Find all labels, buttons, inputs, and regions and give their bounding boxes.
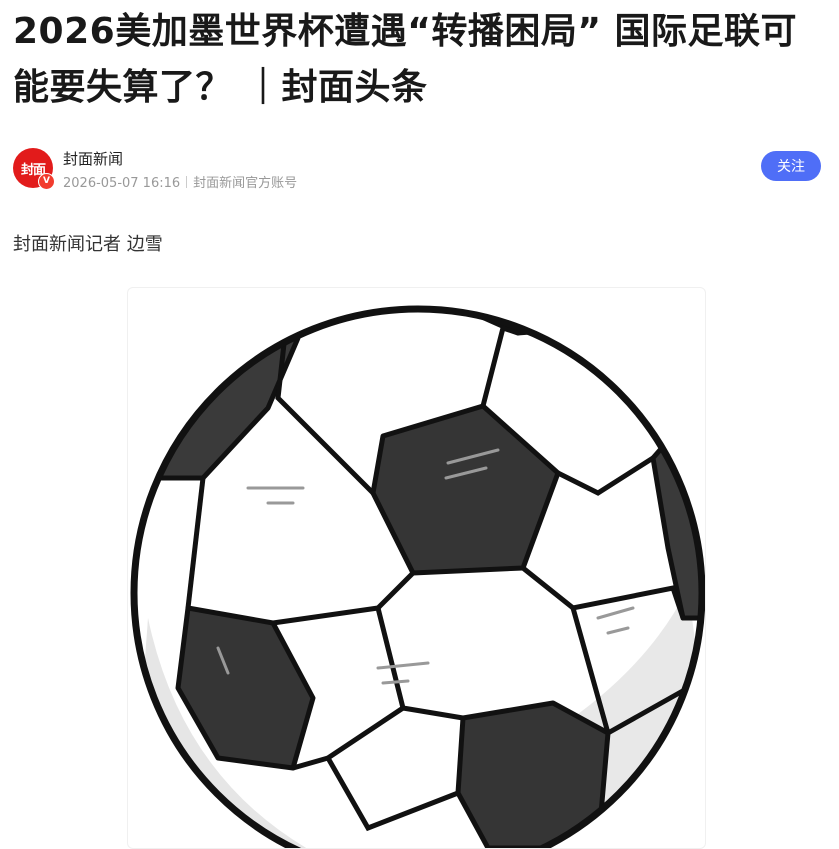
article-byline: 封面新闻记者 边雪 — [13, 234, 163, 255]
meta-divider — [186, 176, 188, 188]
article-image[interactable] — [127, 287, 706, 849]
post-date: 2026-05-07 16:16 — [63, 176, 181, 191]
follow-button[interactable]: 关注 — [761, 151, 821, 181]
article-title: 2026美加墨世界杯遭遇“转播困局” 国际足联可能要失算了？ ｜封面头条 — [13, 11, 798, 108]
verified-icon: V — [38, 173, 55, 190]
author-row: 封面 V 封面新闻 2026-05-07 16:16 封面新闻官方账号 关注 — [13, 148, 821, 192]
soccer-ball-icon — [130, 305, 705, 848]
author-name[interactable]: 封面新闻 — [63, 148, 123, 169]
post-meta: 2026-05-07 16:16 封面新闻官方账号 — [63, 172, 297, 191]
account-type: 封面新闻官方账号 — [193, 176, 298, 191]
